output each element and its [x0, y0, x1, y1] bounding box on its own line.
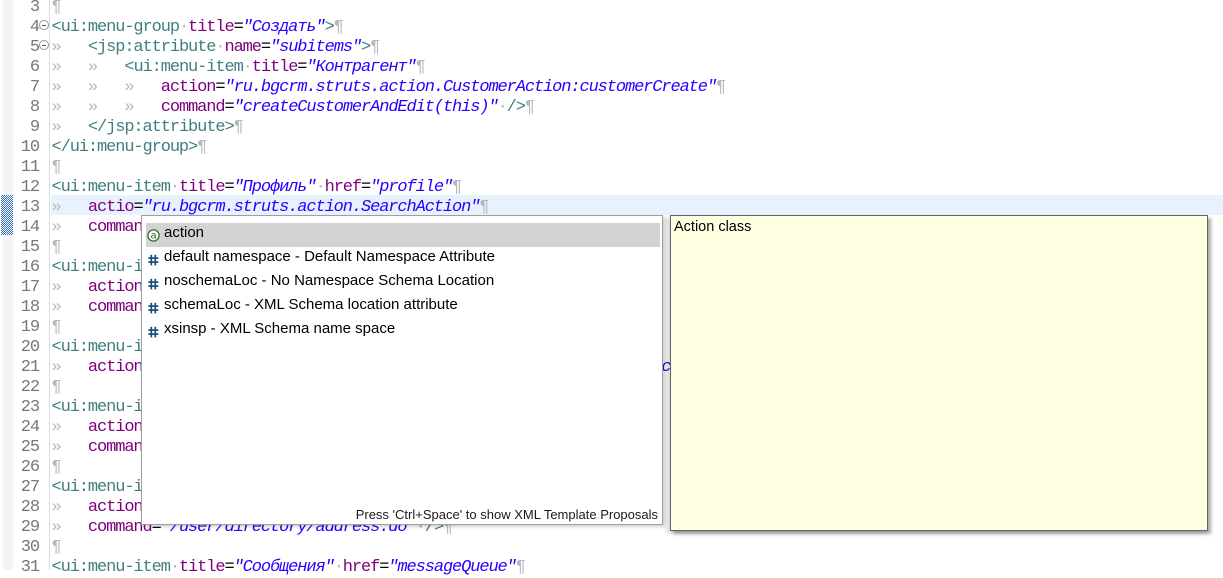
svg-text:a: a	[150, 229, 156, 241]
